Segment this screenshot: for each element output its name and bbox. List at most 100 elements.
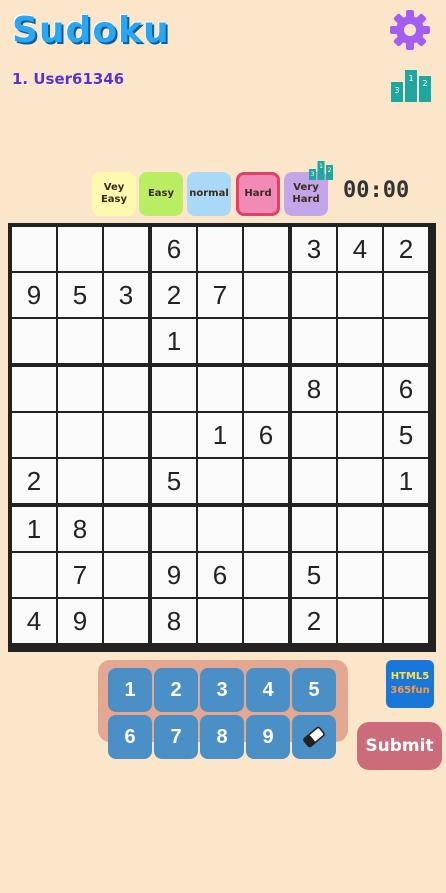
grid-cell-r4c4[interactable] bbox=[152, 367, 196, 411]
grid-cell-r7c4[interactable] bbox=[152, 507, 196, 551]
grid-cell-r8c4[interactable]: 9 bbox=[152, 553, 196, 597]
grid-cell-r3c8[interactable] bbox=[338, 319, 382, 363]
grid-cell-r9c5[interactable] bbox=[198, 599, 242, 643]
grid-cell-r7c8[interactable] bbox=[338, 507, 382, 551]
grid-cell-r9c6[interactable] bbox=[244, 599, 288, 643]
grid-cell-r2c2[interactable]: 5 bbox=[58, 273, 102, 317]
grid-cell-r9c7[interactable]: 2 bbox=[292, 599, 336, 643]
grid-cell-r6c1[interactable]: 2 bbox=[12, 459, 56, 503]
grid-cell-r3c1[interactable] bbox=[12, 319, 56, 363]
grid-cell-r5c9[interactable]: 5 bbox=[384, 413, 428, 457]
grid-cell-r4c7[interactable]: 8 bbox=[292, 367, 336, 411]
grid-cell-r2c1[interactable]: 9 bbox=[12, 273, 56, 317]
keypad-key-2[interactable]: 2 bbox=[154, 668, 198, 712]
grid-cell-r2c3[interactable]: 3 bbox=[104, 273, 148, 317]
grid-cell-r2c4[interactable]: 2 bbox=[152, 273, 196, 317]
grid-cell-r9c4[interactable]: 8 bbox=[152, 599, 196, 643]
difficulty-button-2[interactable]: normal bbox=[187, 172, 231, 216]
grid-cell-r2c8[interactable] bbox=[338, 273, 382, 317]
grid-cell-r4c2[interactable] bbox=[58, 367, 102, 411]
grid-cell-r1c7[interactable]: 3 bbox=[292, 227, 336, 271]
grid-cell-r6c3[interactable] bbox=[104, 459, 148, 503]
grid-cell-r2c6[interactable] bbox=[244, 273, 288, 317]
grid-cell-r3c2[interactable] bbox=[58, 319, 102, 363]
grid-cell-r4c1[interactable] bbox=[12, 367, 56, 411]
grid-cell-r3c3[interactable] bbox=[104, 319, 148, 363]
svg-text:2: 2 bbox=[328, 167, 332, 174]
grid-cell-r7c1[interactable]: 1 bbox=[12, 507, 56, 551]
grid-cell-r8c5[interactable]: 6 bbox=[198, 553, 242, 597]
grid-cell-r6c5[interactable] bbox=[198, 459, 242, 503]
grid-cell-r7c6[interactable] bbox=[244, 507, 288, 551]
grid-cell-r6c9[interactable]: 1 bbox=[384, 459, 428, 503]
grid-cell-r9c2[interactable]: 9 bbox=[58, 599, 102, 643]
grid-cell-r8c2[interactable]: 7 bbox=[58, 553, 102, 597]
keypad-key-3[interactable]: 3 bbox=[200, 668, 244, 712]
grid-cell-r5c3[interactable] bbox=[104, 413, 148, 457]
grid-cell-r4c8[interactable] bbox=[338, 367, 382, 411]
grid-cell-r3c7[interactable] bbox=[292, 319, 336, 363]
difficulty-button-1[interactable]: Easy bbox=[139, 172, 183, 216]
keypad-key-5[interactable]: 5 bbox=[292, 668, 336, 712]
grid-cell-r1c8[interactable]: 4 bbox=[338, 227, 382, 271]
grid-cell-r4c3[interactable] bbox=[104, 367, 148, 411]
keypad-key-9[interactable]: 9 bbox=[246, 715, 290, 759]
grid-cell-r7c5[interactable] bbox=[198, 507, 242, 551]
grid-cell-r1c5[interactable] bbox=[198, 227, 242, 271]
grid-cell-r9c3[interactable] bbox=[104, 599, 148, 643]
keypad-key-6[interactable]: 6 bbox=[108, 715, 152, 759]
difficulty-button-3[interactable]: Hard bbox=[236, 172, 280, 216]
keypad-key-8[interactable]: 8 bbox=[200, 715, 244, 759]
grid-cell-r7c9[interactable] bbox=[384, 507, 428, 551]
grid-cell-r6c8[interactable] bbox=[338, 459, 382, 503]
grid-cell-r3c9[interactable] bbox=[384, 319, 428, 363]
grid-cell-r5c7[interactable] bbox=[292, 413, 336, 457]
grid-cell-r9c1[interactable]: 4 bbox=[12, 599, 56, 643]
grid-cell-r3c5[interactable] bbox=[198, 319, 242, 363]
grid-cell-r8c7[interactable]: 5 bbox=[292, 553, 336, 597]
grid-cell-r3c6[interactable] bbox=[244, 319, 288, 363]
keypad-key-4[interactable]: 4 bbox=[246, 668, 290, 712]
grid-cell-r7c3[interactable] bbox=[104, 507, 148, 551]
grid-cell-r8c1[interactable] bbox=[12, 553, 56, 597]
grid-cell-r4c9[interactable]: 6 bbox=[384, 367, 428, 411]
submit-button[interactable]: Submit bbox=[357, 722, 442, 770]
grid-cell-r8c3[interactable] bbox=[104, 553, 148, 597]
grid-cell-r9c9[interactable] bbox=[384, 599, 428, 643]
grid-cell-r8c8[interactable] bbox=[338, 553, 382, 597]
grid-cell-r5c6[interactable]: 6 bbox=[244, 413, 288, 457]
leaderboard-podium-icon[interactable]: 3 1 2 bbox=[390, 68, 432, 102]
grid-cell-r2c5[interactable]: 7 bbox=[198, 273, 242, 317]
grid-cell-r6c4[interactable]: 5 bbox=[152, 459, 196, 503]
grid-cell-r4c5[interactable] bbox=[198, 367, 242, 411]
grid-cell-r1c9[interactable]: 2 bbox=[384, 227, 428, 271]
html5-365fun-badge[interactable]: HTML5 365fun bbox=[386, 660, 434, 708]
grid-cell-r2c7[interactable] bbox=[292, 273, 336, 317]
grid-cell-r1c1[interactable] bbox=[12, 227, 56, 271]
grid-cell-r9c8[interactable] bbox=[338, 599, 382, 643]
grid-cell-r1c6[interactable] bbox=[244, 227, 288, 271]
grid-cell-r1c4[interactable]: 6 bbox=[152, 227, 196, 271]
grid-cell-r5c2[interactable] bbox=[58, 413, 102, 457]
grid-cell-r7c7[interactable] bbox=[292, 507, 336, 551]
grid-cell-r3c4[interactable]: 1 bbox=[152, 319, 196, 363]
keypad-key-1[interactable]: 1 bbox=[108, 668, 152, 712]
grid-cell-r6c2[interactable] bbox=[58, 459, 102, 503]
grid-cell-r7c2[interactable]: 8 bbox=[58, 507, 102, 551]
grid-cell-r5c5[interactable]: 1 bbox=[198, 413, 242, 457]
grid-cell-r4c6[interactable] bbox=[244, 367, 288, 411]
eraser-button[interactable] bbox=[292, 715, 336, 759]
grid-cell-r5c8[interactable] bbox=[338, 413, 382, 457]
grid-cell-r1c3[interactable] bbox=[104, 227, 148, 271]
grid-cell-r2c9[interactable] bbox=[384, 273, 428, 317]
grid-cell-r5c4[interactable] bbox=[152, 413, 196, 457]
grid-cell-r6c7[interactable] bbox=[292, 459, 336, 503]
grid-cell-r5c1[interactable] bbox=[12, 413, 56, 457]
grid-cell-r8c6[interactable] bbox=[244, 553, 288, 597]
grid-cell-r8c9[interactable] bbox=[384, 553, 428, 597]
grid-cell-r6c6[interactable] bbox=[244, 459, 288, 503]
difficulty-button-0[interactable]: Vey Easy bbox=[92, 172, 136, 216]
grid-cell-r1c2[interactable] bbox=[58, 227, 102, 271]
keypad-key-7[interactable]: 7 bbox=[154, 715, 198, 759]
settings-gear-icon[interactable] bbox=[388, 8, 432, 52]
